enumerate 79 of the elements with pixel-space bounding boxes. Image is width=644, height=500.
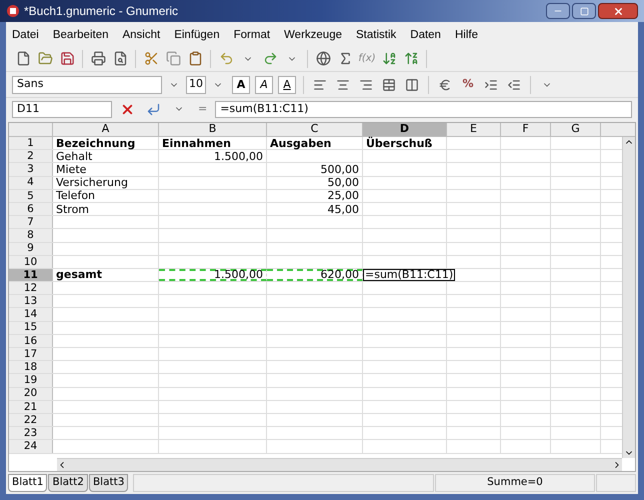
percent-button[interactable]: % xyxy=(457,74,479,96)
row-header[interactable]: 10 xyxy=(9,256,53,268)
row-header[interactable]: 21 xyxy=(9,400,53,413)
sheet-tab[interactable]: Blatt1 xyxy=(8,474,48,492)
window-title: *Buch1.gnumeric - Gnumeric xyxy=(24,3,178,20)
row-header[interactable]: 3 xyxy=(9,163,53,176)
column-header[interactable]: G xyxy=(551,123,601,136)
menu-item[interactable]: Daten xyxy=(408,27,443,45)
row-header[interactable]: 4 xyxy=(9,176,53,189)
menu-item[interactable]: Format xyxy=(232,27,272,45)
row-header[interactable]: 22 xyxy=(9,414,53,426)
table-cell: 45,00 xyxy=(267,202,363,216)
column-header[interactable]: D xyxy=(363,123,447,136)
menu-item[interactable]: Einfügen xyxy=(172,27,222,45)
table-cell: Bezeichnung xyxy=(53,137,159,150)
horizontal-scrollbar[interactable] xyxy=(57,458,622,471)
column-header[interactable]: F xyxy=(501,123,551,136)
row-header[interactable]: 9 xyxy=(9,242,53,255)
row-header[interactable]: 7 xyxy=(9,216,53,228)
row-header[interactable]: 1 xyxy=(9,137,53,150)
row-header[interactable]: 19 xyxy=(9,374,53,387)
row-header[interactable]: 15 xyxy=(9,322,53,334)
sheet-tab[interactable]: Blatt3 xyxy=(88,474,128,492)
row-header[interactable]: 23 xyxy=(9,427,53,440)
table-cell: 620,00 xyxy=(267,268,363,282)
row-header[interactable]: 17 xyxy=(9,348,53,360)
maximize-icon xyxy=(580,6,588,16)
underline-button[interactable]: A xyxy=(278,76,296,94)
menu-item[interactable]: Ansicht xyxy=(120,27,162,45)
menu-item[interactable]: Datei xyxy=(10,27,41,45)
italic-button[interactable]: A xyxy=(255,76,273,94)
table-cell: 25,00 xyxy=(267,190,363,202)
table-cell: 1.500,00 xyxy=(159,268,267,282)
menu-item[interactable]: Bearbeiten xyxy=(50,27,110,45)
equals-sign: = xyxy=(197,100,208,117)
table-cell: 50,00 xyxy=(267,176,363,189)
table-cell: Strom xyxy=(53,202,159,216)
menu-item[interactable]: Werkzeuge xyxy=(282,27,344,45)
table-cell: Miete xyxy=(53,163,159,176)
table-cell: gesamt xyxy=(53,268,159,282)
table-cell: Telefon xyxy=(53,190,159,202)
font-size-field[interactable]: 10 xyxy=(186,76,206,94)
row-header[interactable]: 14 xyxy=(9,308,53,321)
table-cell: Versicherung xyxy=(53,176,159,189)
column-header[interactable]: A xyxy=(53,123,159,136)
table-cell: 500,00 xyxy=(267,163,363,176)
row-header[interactable]: 13 xyxy=(9,295,53,308)
bold-button[interactable]: A xyxy=(232,76,250,94)
row-header[interactable]: 12 xyxy=(9,282,53,294)
maximize-button[interactable] xyxy=(572,3,596,19)
cell-editor[interactable]: =sum(B11:C11) xyxy=(363,268,456,282)
cell-name-field[interactable]: D11 xyxy=(12,100,112,118)
row-header[interactable]: 20 xyxy=(9,388,53,400)
row-header[interactable]: 8 xyxy=(9,229,53,242)
close-icon xyxy=(612,6,624,16)
app-icon xyxy=(6,4,20,18)
row-header[interactable]: 2 xyxy=(9,150,53,162)
table-cell: Gehalt xyxy=(53,150,159,162)
menu-item[interactable]: Hilfe xyxy=(452,27,480,45)
row-header[interactable]: 24 xyxy=(9,440,53,452)
formula-field[interactable]: =sum(B11:C11) xyxy=(215,100,632,118)
row-header[interactable]: 18 xyxy=(9,361,53,374)
minimize-button[interactable] xyxy=(546,3,570,19)
close-button[interactable] xyxy=(598,3,638,19)
table-cell: Einnahmen xyxy=(159,137,267,150)
table-cell: Überschuß xyxy=(363,137,447,150)
column-header[interactable]: E xyxy=(447,123,501,136)
status-summary: Summe=0 xyxy=(487,475,543,490)
column-header[interactable]: B xyxy=(159,123,267,136)
row-header[interactable]: 5 xyxy=(9,190,53,202)
table-cell: Ausgaben xyxy=(267,137,363,150)
menu-item[interactable]: Statistik xyxy=(354,27,398,45)
vertical-scrollbar[interactable] xyxy=(622,137,635,458)
row-header[interactable]: 16 xyxy=(9,334,53,347)
sheet-tab[interactable]: Blatt2 xyxy=(48,474,88,492)
table-cell: 1.500,00 xyxy=(159,150,267,162)
font-field[interactable]: Sans xyxy=(12,76,162,94)
row-header[interactable]: 11 xyxy=(9,268,53,282)
row-header[interactable]: 6 xyxy=(9,202,53,216)
